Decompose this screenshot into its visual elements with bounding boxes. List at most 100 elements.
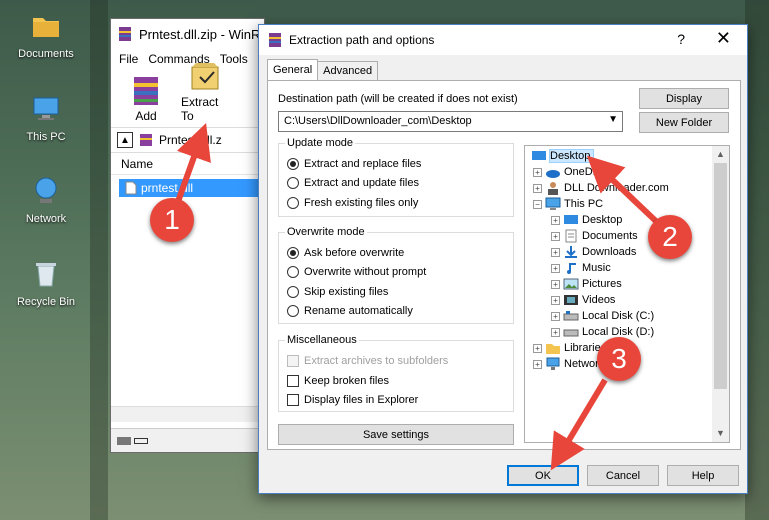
help-icon[interactable]: ? [677,31,685,47]
tree-item-label: Videos [582,294,616,306]
tree-item-user-folder[interactable]: + DLL Downloader.com [533,181,669,195]
expand-icon[interactable]: + [533,183,542,193]
horizontal-scrollbar[interactable] [111,406,264,422]
tab-advanced[interactable]: Advanced [317,61,379,80]
scrollbar-thumb[interactable] [714,163,727,389]
desktop-icon-recycle-bin[interactable]: Recycle Bin [10,258,82,308]
tree-item-pc-desktop[interactable]: + Desktop [551,213,622,227]
radio-button[interactable] [287,177,299,189]
desktop-icon-this-pc[interactable]: This PC [10,93,82,143]
radio-button[interactable] [287,158,299,170]
miscellaneous-title: Miscellaneous [285,334,359,346]
extract-to-icon [191,63,219,90]
scroll-up-icon[interactable]: ▲ [712,146,729,163]
expand-icon[interactable]: + [533,343,542,353]
extract-to-label: Extract To [181,95,219,123]
tree-item-downloads[interactable]: + Downloads [551,245,636,259]
option-keep-broken-files[interactable]: Keep broken files [287,375,389,387]
desktop-icon-network[interactable]: Network [10,175,82,225]
tree-item-this-pc[interactable]: − This PC [533,197,603,211]
ok-button[interactable]: OK [507,465,579,486]
computer-icon [33,97,59,120]
expand-icon[interactable]: + [551,247,560,257]
tree-item-videos[interactable]: + Videos [551,293,615,307]
checkbox[interactable] [287,375,299,387]
cloud-icon [546,170,560,178]
tree-item-local-disk-d[interactable]: + Local Disk (D:) [551,325,654,339]
radio-button[interactable] [287,305,299,317]
expand-icon[interactable]: + [551,327,560,337]
radio-button[interactable] [287,266,299,278]
archive-path: Prntest.dll.z [159,133,222,147]
expand-icon[interactable]: + [533,167,542,177]
tab-general[interactable]: General [267,59,319,80]
tree-item-onedrive[interactable]: + OneDrive [533,165,610,179]
extract-to-button[interactable]: Extract To [181,59,231,123]
expand-icon[interactable]: + [551,215,560,225]
option-label: Extract and replace files [304,158,422,170]
add-archive-icon [134,77,158,105]
winrar-title: Prntest.dll.zip - WinR [139,26,261,42]
option-label: Extract and update files [304,177,419,189]
option-label: Rename automatically [304,305,413,317]
new-folder-button[interactable]: New Folder [639,112,729,133]
close-icon[interactable]: ✕ [716,28,731,49]
option-overwrite-without-prompt[interactable]: Overwrite without prompt [287,266,426,278]
winrar-titlebar[interactable]: Prntest.dll.zip - WinR [111,19,264,49]
menu-file[interactable]: File [119,52,138,66]
radio-button[interactable] [287,247,299,259]
network-icon [546,357,560,370]
expand-icon[interactable]: + [551,263,560,273]
tree-item-label: Downloads [582,246,637,258]
winrar-statusbar [111,428,264,452]
tree-item-local-disk-c[interactable]: + Local Disk (C:) [551,309,654,323]
help-button[interactable]: Help [667,465,739,486]
option-label: Skip existing files [304,286,389,298]
option-label: Ask before overwrite [304,247,405,259]
desktop-icon-label: This PC [26,131,66,143]
option-label: Extract archives to subfolders [304,355,449,367]
option-fresh-existing[interactable]: Fresh existing files only [287,197,418,209]
add-button[interactable]: Add [121,73,171,123]
option-display-in-explorer[interactable]: Display files in Explorer [287,394,418,406]
tree-item-desktop[interactable]: Desktop [531,149,595,163]
folder-tree[interactable]: Desktop + OneDrive + DLL Downloader.com … [524,145,730,443]
dialog-titlebar[interactable]: Extraction path and options ? ✕ [259,25,747,55]
collapse-icon[interactable]: − [533,199,542,209]
archive-icon [140,134,152,146]
tree-item-pictures[interactable]: + Pictures [551,277,622,291]
tree-item-libraries[interactable]: + Libraries [533,341,606,355]
option-extract-update[interactable]: Extract and update files [287,177,419,189]
tree-item-documents[interactable]: + Documents [551,229,638,243]
tree-item-label: This PC [564,198,604,210]
expand-icon[interactable]: + [551,295,560,305]
option-rename-automatically[interactable]: Rename automatically [287,305,413,317]
checkbox[interactable] [287,394,299,406]
winrar-pathbar: ▲ Prntest.dll.z [111,127,264,153]
expand-icon[interactable]: + [533,359,542,369]
radio-button[interactable] [287,286,299,298]
expand-icon[interactable]: + [551,279,560,289]
save-settings-button[interactable]: Save settings [278,424,514,445]
tree-item-network[interactable]: + Network [533,357,604,371]
tree-item-music[interactable]: + Music [551,261,611,275]
cancel-button[interactable]: Cancel [587,465,659,486]
destination-path-input[interactable]: C:\Users\DllDownloader_com\Desktop ▼ [278,111,623,132]
radio-button[interactable] [287,197,299,209]
tree-vertical-scrollbar[interactable]: ▲ ▼ [712,146,729,442]
expand-icon[interactable]: + [551,231,560,241]
option-skip-existing[interactable]: Skip existing files [287,286,388,298]
display-button[interactable]: Display [639,88,729,109]
scroll-down-icon[interactable]: ▼ [712,425,729,442]
desktop-icon-documents[interactable]: Documents [10,10,82,60]
expand-icon[interactable]: + [551,311,560,321]
tree-item-label: Desktop [548,149,595,163]
option-extract-replace[interactable]: Extract and replace files [287,158,421,170]
option-ask-before-overwrite[interactable]: Ask before overwrite [287,247,404,259]
folder-icon [33,18,59,37]
libraries-icon [546,344,560,354]
column-header-name[interactable]: Name [111,153,264,175]
up-folder-icon[interactable]: ▲ [117,132,133,148]
file-row[interactable]: prntest.dll [119,179,259,197]
chevron-down-icon[interactable]: ▼ [608,114,618,125]
